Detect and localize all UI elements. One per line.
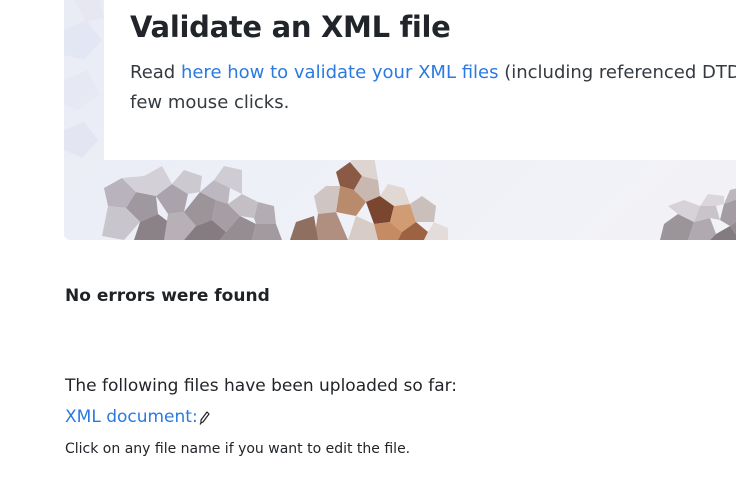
validation-result: No errors were found [65,286,270,306]
file-name: XML document: [65,407,198,427]
hero-card: Validate an XML file Read here how to va… [104,0,736,160]
validate-howto-link[interactable]: here how to validate your XML files [181,62,499,83]
page-title: Validate an XML file [130,10,451,44]
file-link-xml-document[interactable]: XML document: [65,405,210,432]
page: Validate an XML file Read here how to va… [0,0,736,503]
pencil-icon [199,408,210,432]
hero-banner: Validate an XML file Read here how to va… [64,0,736,240]
hero-text-prefix: Read [130,62,181,83]
hero-text-line2: few mouse clicks. [130,92,290,113]
edit-hint: Click on any file name if you want to ed… [65,441,411,457]
hero-description: Read here how to validate your XML files… [130,58,736,118]
uploaded-files-label: The following files have been uploaded s… [65,376,458,396]
hero-text-suffix: (including referenced DTDs) [498,62,736,83]
